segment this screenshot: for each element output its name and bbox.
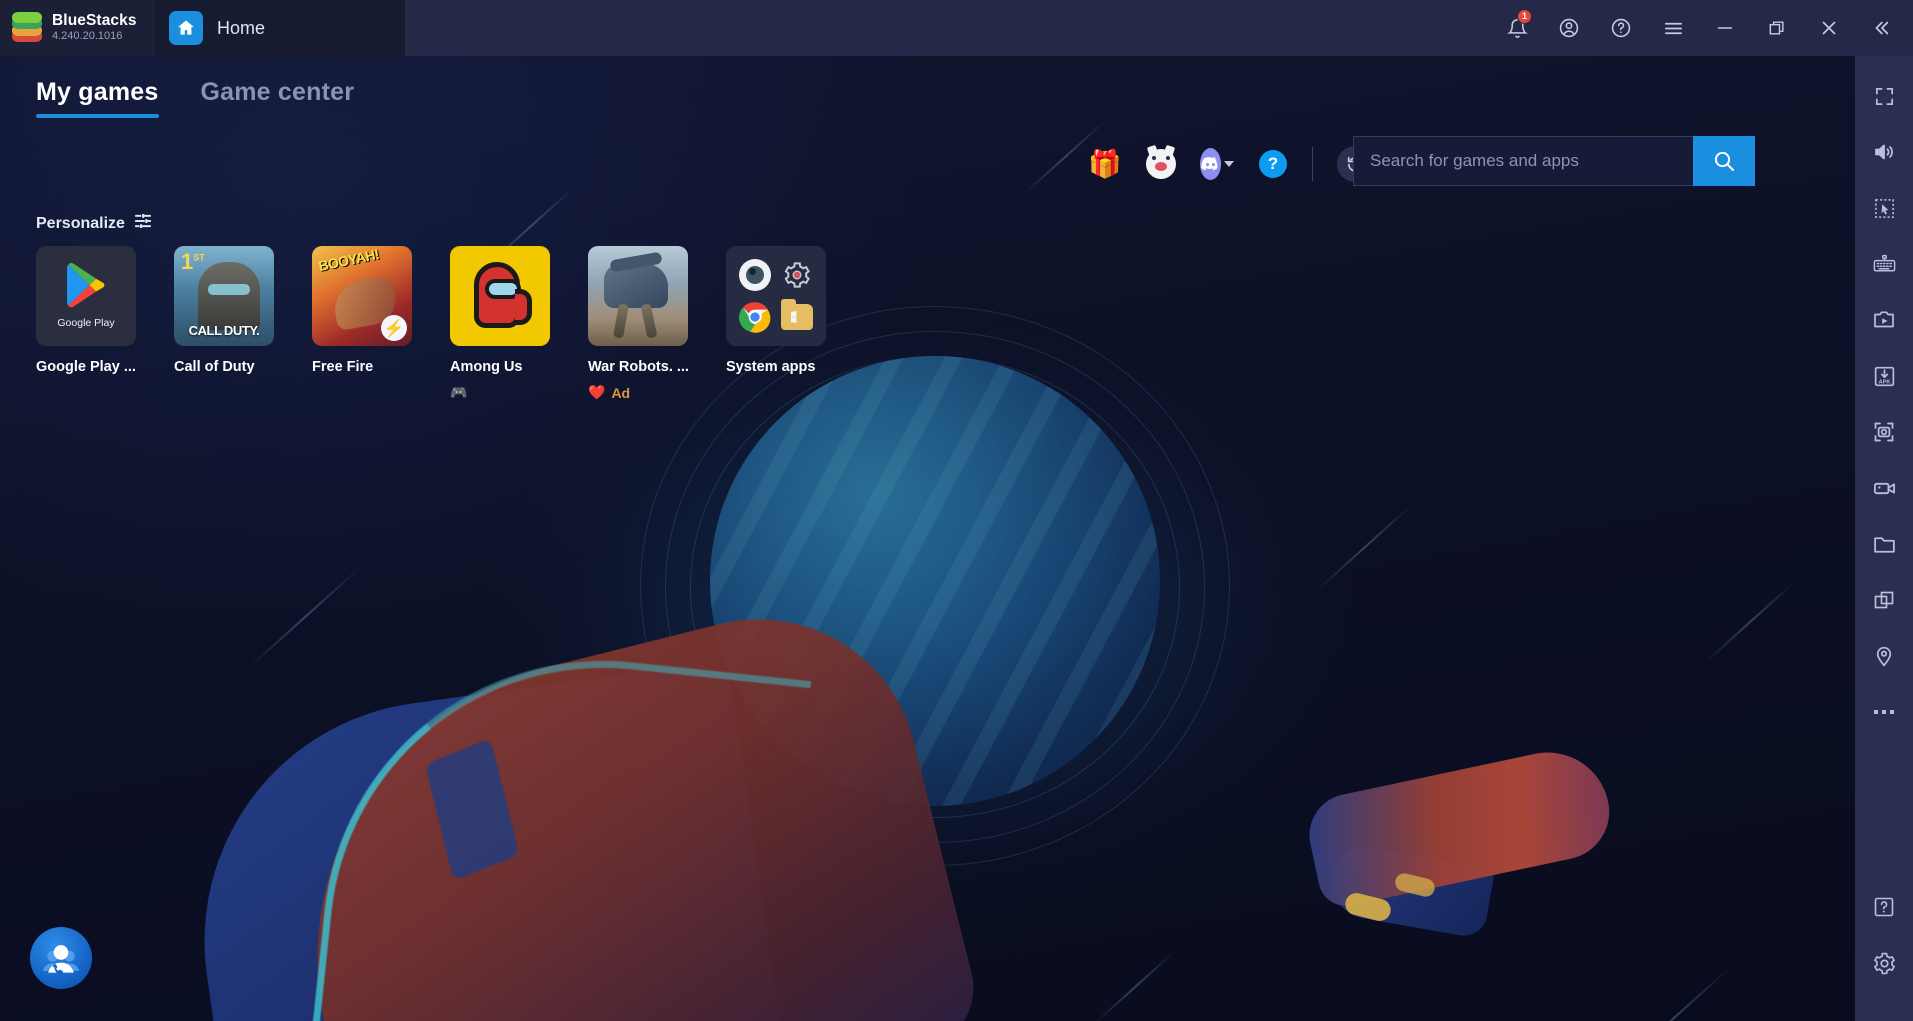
tab-home-label: Home	[217, 17, 266, 38]
app-tile-among-us[interactable]: Among Us 🎮	[450, 246, 550, 401]
video-record-icon[interactable]	[1855, 460, 1913, 516]
fullscreen-icon[interactable]	[1855, 68, 1913, 124]
camera-eye-icon	[738, 258, 772, 292]
search-bar	[1353, 136, 1755, 186]
mech-art	[604, 264, 668, 308]
sliders-icon	[135, 214, 151, 233]
install-apk-icon[interactable]: APK	[1855, 348, 1913, 404]
settings-gear-icon[interactable]	[1855, 935, 1913, 991]
blue-help-icon[interactable]: ?	[1256, 147, 1290, 181]
free-fire-icon: BOOYAH! ⚡	[312, 246, 412, 346]
heart-badge-icon: ❤️	[588, 384, 606, 400]
among-us-icon	[450, 246, 550, 346]
search-input[interactable]	[1353, 136, 1693, 186]
notifications-button[interactable]: 1	[1493, 0, 1541, 56]
search-button[interactable]	[1693, 136, 1755, 186]
gamepad-badge-icon: 🎮	[450, 384, 468, 400]
tab-my-games[interactable]: My games	[36, 78, 159, 118]
window-controls: 1	[1493, 0, 1913, 56]
multi-instance-icon[interactable]	[1855, 572, 1913, 628]
volume-icon[interactable]	[1855, 124, 1913, 180]
close-button[interactable]	[1805, 0, 1853, 56]
call-of-duty-icon: 1ST CALL DUTY.	[174, 246, 274, 346]
media-folder-icon[interactable]	[1855, 516, 1913, 572]
right-toolbar: APK	[1855, 56, 1913, 1021]
app-tile-google-play[interactable]: Google Play Google Play ...	[36, 246, 136, 401]
header-action-icons: 🎁 ?	[1088, 144, 1375, 184]
cod-wordmark: CALL DUTY.	[188, 323, 260, 338]
google-play-wordmark: Google Play	[57, 317, 115, 329]
personalize-button[interactable]: Personalize	[36, 214, 151, 233]
svg-text:APK: APK	[1878, 379, 1890, 385]
home-icon	[169, 11, 203, 45]
app-tile-free-fire[interactable]: BOOYAH! ⚡ Free Fire	[312, 246, 412, 401]
restore-window-button[interactable]	[1753, 0, 1801, 56]
tab-home[interactable]: Home	[155, 0, 405, 56]
discord-icon[interactable]	[1200, 147, 1234, 181]
window-tab-strip: Home	[155, 0, 405, 56]
booyah-text: BOOYAH!	[317, 246, 381, 275]
bluestacks-logo-icon	[10, 11, 44, 45]
soldier-art	[198, 262, 260, 330]
header-divider	[1312, 147, 1313, 181]
app-label: Call of Duty	[174, 359, 255, 375]
app-badge-row: 🎮	[450, 384, 467, 401]
account-circle-icon[interactable]	[1545, 0, 1593, 56]
collapse-sidebar-button[interactable]	[1857, 0, 1905, 56]
app-label: Free Fire	[312, 359, 374, 375]
app-label: War Robots. ...	[588, 359, 689, 375]
app-grid: Google Play Google Play ... 1ST CALL DUT…	[36, 246, 826, 401]
app-label: System apps	[726, 359, 816, 375]
bluestacks-window: BlueStacks 4.240.20.1016 Home 1 My games…	[0, 0, 1913, 1021]
hamburger-menu-icon[interactable]	[1649, 0, 1697, 56]
notification-badge: 1	[1517, 9, 1532, 24]
file-manager-folder-icon	[780, 299, 814, 334]
help-circle-icon[interactable]	[1597, 0, 1645, 56]
app-badge-row: ❤️ Ad	[588, 384, 630, 401]
crewmate-backpack	[515, 289, 532, 325]
app-tile-call-of-duty[interactable]: 1ST CALL DUTY. Call of Duty	[174, 246, 274, 401]
crewmate-art	[474, 262, 532, 328]
settings-gear-icon	[780, 258, 814, 292]
main-tabs: My games Game center	[36, 78, 354, 118]
help-square-icon[interactable]	[1855, 879, 1913, 935]
app-label: Google Play ...	[36, 359, 136, 375]
brand-version: 4.240.20.1016	[52, 30, 123, 43]
chevron-down-icon[interactable]	[1224, 161, 1234, 167]
war-robots-icon	[588, 246, 688, 346]
title-bar: BlueStacks 4.240.20.1016 Home 1	[0, 0, 1913, 56]
app-tile-war-robots[interactable]: War Robots. ... ❤️ Ad	[588, 246, 689, 401]
contacts-avatar-icon[interactable]	[30, 927, 92, 989]
home-screen-stage: My games Game center Personalize 🎁 ? Sea…	[0, 56, 1855, 1021]
macro-play-icon[interactable]	[1855, 292, 1913, 348]
brand-name: BlueStacks	[52, 12, 137, 30]
app-label: Among Us	[450, 359, 523, 375]
rank-badge: 1ST	[181, 249, 205, 274]
multi-select-cursor-icon[interactable]	[1855, 180, 1913, 236]
chrome-icon	[738, 300, 772, 334]
screenshot-icon[interactable]	[1855, 404, 1913, 460]
ad-label: Ad	[611, 384, 631, 401]
gift-icon[interactable]: 🎁	[1088, 147, 1122, 181]
minimize-button[interactable]	[1701, 0, 1749, 56]
mech-leg	[640, 303, 658, 339]
home-content: My games Game center Personalize 🎁 ? Sea…	[0, 56, 1855, 1021]
mech-leg	[613, 303, 629, 339]
keyboard-controls-icon[interactable]	[1855, 236, 1913, 292]
piggy-bank-icon[interactable]	[1144, 147, 1178, 181]
personalize-label: Personalize	[36, 214, 125, 232]
location-pin-icon[interactable]	[1855, 628, 1913, 684]
garena-logo-icon: ⚡	[381, 315, 407, 341]
brand-block: BlueStacks 4.240.20.1016	[0, 0, 155, 56]
tab-game-center[interactable]: Game center	[201, 78, 355, 118]
app-tile-system-apps[interactable]: System apps	[726, 246, 826, 401]
google-play-icon: Google Play	[36, 246, 136, 346]
more-options-icon[interactable]	[1855, 684, 1913, 740]
system-apps-folder-icon	[726, 246, 826, 346]
